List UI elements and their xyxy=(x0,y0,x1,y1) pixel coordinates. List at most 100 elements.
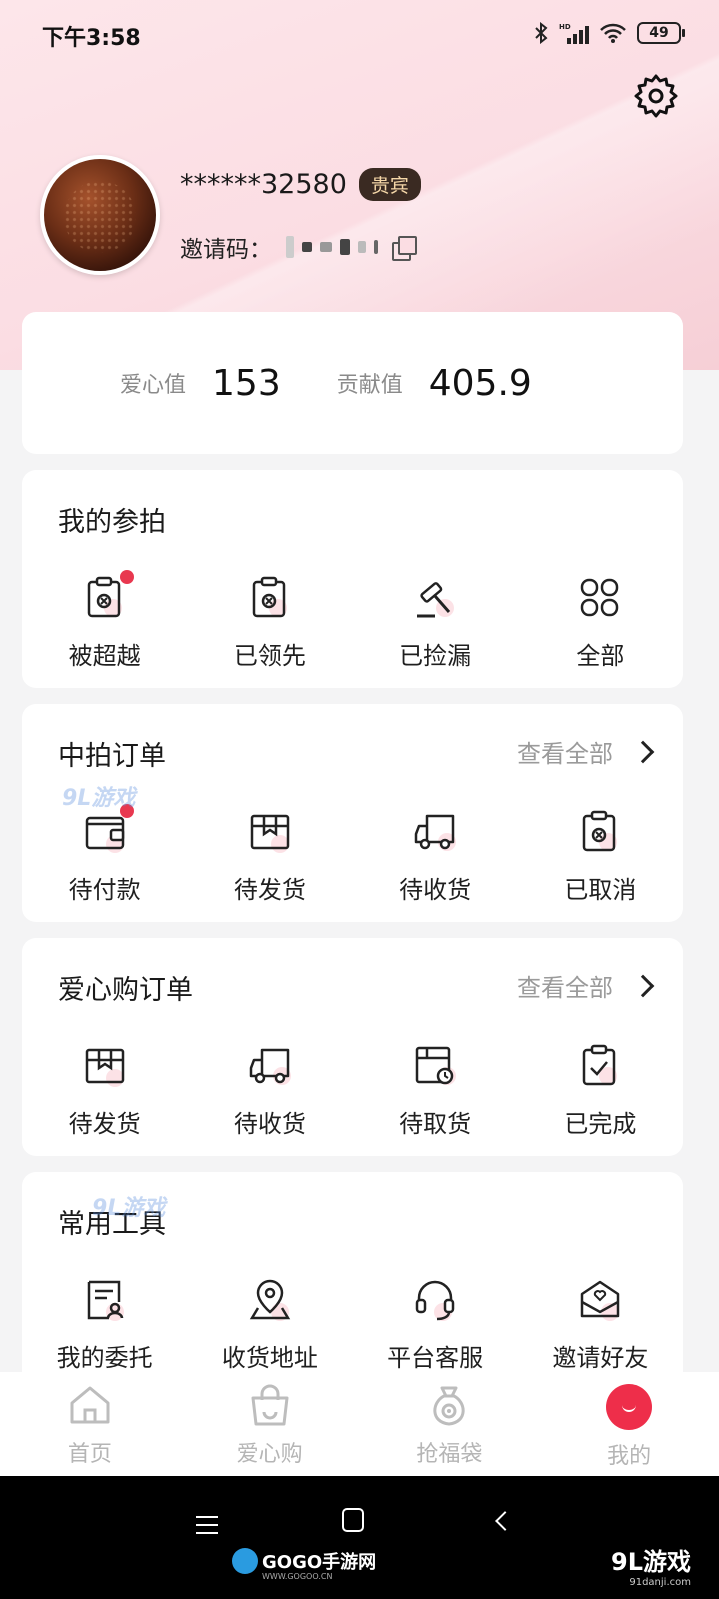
home-button-icon[interactable] xyxy=(342,1508,364,1532)
username: ******32580 xyxy=(180,169,347,200)
auction-orders-title: 中拍订单 xyxy=(58,741,166,772)
love-order-pending-pickup[interactable]: 待取货 xyxy=(353,1044,518,1139)
avatar[interactable] xyxy=(40,155,160,275)
auction-all[interactable]: 全部 xyxy=(518,576,683,671)
package-icon xyxy=(83,1044,127,1088)
view-all-label: 查看全部 xyxy=(517,740,613,768)
auction-outbid[interactable]: 被超越 xyxy=(22,570,187,671)
invite-code-redacted xyxy=(286,236,378,258)
tool-customer-service-label: 平台客服 xyxy=(387,1344,484,1372)
love-order-pending-shipment-label: 待发货 xyxy=(68,1110,141,1138)
bottom-tab-bar: 首页 爱心购 抢福袋 我的 xyxy=(0,1372,719,1476)
tab-lucky-bag-label: 抢福袋 xyxy=(416,1442,483,1467)
love-orders-title: 爱心购订单 xyxy=(58,975,193,1006)
order-cancelled-label: 已取消 xyxy=(564,876,637,904)
menu-icon[interactable] xyxy=(196,1516,218,1540)
love-order-pending-receipt[interactable]: 待收货 xyxy=(187,1044,352,1139)
stats-card: 爱心值 153 贡献值 405.9 xyxy=(22,312,683,454)
order-pending-shipment[interactable]: 待发货 xyxy=(187,810,352,905)
order-pending-shipment-label: 待发货 xyxy=(233,876,306,904)
order-pending-payment-label: 待付款 xyxy=(68,876,141,904)
invite-code-row: 邀请码： xyxy=(180,230,417,264)
my-auctions-card: 我的参拍 被超越 已领先 已捡漏 全部 xyxy=(22,470,683,688)
order-pending-receipt[interactable]: 待收货 xyxy=(353,810,518,905)
tab-home[interactable]: 首页 xyxy=(0,1372,180,1476)
order-cancelled[interactable]: 已取消 xyxy=(518,810,683,905)
tool-my-commission[interactable]: 我的委托 xyxy=(22,1278,187,1373)
order-pending-payment[interactable]: 待付款 xyxy=(22,804,187,905)
wallet-icon xyxy=(83,810,127,854)
auction-bargain[interactable]: 已捡漏 xyxy=(353,576,518,671)
document-user-icon xyxy=(83,1278,127,1322)
gavel-icon xyxy=(413,576,457,620)
love-order-completed[interactable]: 已完成 xyxy=(518,1044,683,1139)
my-auctions-row: 被超越 已领先 已捡漏 全部 xyxy=(22,570,683,671)
love-value-label: 爱心值 xyxy=(120,373,187,398)
vip-badge: 贵宾 xyxy=(358,168,421,201)
gogo-logo-icon xyxy=(232,1548,258,1574)
copy-icon[interactable] xyxy=(392,236,417,261)
battery-icon: 49 xyxy=(637,22,685,44)
order-pending-receipt-label: 待收货 xyxy=(399,876,472,904)
tool-customer-service[interactable]: 平台客服 xyxy=(353,1278,518,1373)
chevron-right-icon xyxy=(631,974,655,997)
love-order-completed-label: 已完成 xyxy=(564,1110,637,1138)
clipboard-check-icon xyxy=(578,1044,622,1088)
clipboard-x-icon xyxy=(578,810,622,854)
auction-leading-label: 已领先 xyxy=(233,642,306,670)
auction-orders-view-all[interactable]: 查看全部 xyxy=(517,734,655,769)
tool-invite-friends[interactable]: 邀请好友 xyxy=(518,1278,683,1373)
truck-icon xyxy=(248,1044,292,1088)
tab-home-label: 首页 xyxy=(67,1442,112,1467)
tab-love-shop[interactable]: 爱心购 xyxy=(180,1372,360,1476)
my-auctions-title: 我的参拍 xyxy=(58,507,166,538)
love-orders-view-all[interactable]: 查看全部 xyxy=(517,968,655,1003)
status-time: 下午3:58 xyxy=(42,26,141,51)
love-value: 153 xyxy=(212,362,281,404)
tab-lucky-bag[interactable]: 抢福袋 xyxy=(360,1372,540,1476)
view-all-label: 查看全部 xyxy=(517,974,613,1002)
auction-outbid-label: 被超越 xyxy=(68,642,141,670)
contribution-value-label: 贡献值 xyxy=(336,373,403,398)
shopping-bag-icon xyxy=(251,1384,289,1426)
envelope-heart-icon xyxy=(578,1278,622,1322)
settings-gear-icon[interactable] xyxy=(632,72,680,120)
invite-code-label: 邀请码： xyxy=(180,237,272,263)
tab-love-shop-label: 爱心购 xyxy=(236,1442,303,1467)
tab-mine-label: 我的 xyxy=(607,1444,652,1469)
lucky-bag-icon xyxy=(433,1386,465,1426)
clipboard-x-icon xyxy=(248,576,292,620)
tools-row: 我的委托 收货地址 平台客服 邀请好友 xyxy=(22,1278,683,1373)
love-order-pending-shipment[interactable]: 待发货 xyxy=(22,1044,187,1139)
back-icon[interactable] xyxy=(495,1511,515,1531)
auction-all-label: 全部 xyxy=(576,642,625,670)
love-orders-row: 待发货 待收货 待取货 已完成 xyxy=(22,1044,683,1139)
signal-icon: HD xyxy=(559,23,589,44)
watermark-gogo: GOGO手游网 WWW.GOGOO.CN xyxy=(232,1548,376,1581)
status-icons: HD 49 xyxy=(533,22,685,44)
status-bar: 下午3:58 HD 49 xyxy=(0,0,719,70)
contribution-value: 405.9 xyxy=(428,362,532,404)
love-orders-card: 爱心购订单 查看全部 待发货 待收货 待取货 已完成 xyxy=(22,938,683,1156)
grid-icon xyxy=(578,576,622,620)
home-icon xyxy=(70,1386,110,1424)
notification-dot xyxy=(120,570,134,584)
love-order-pending-receipt-label: 待收货 xyxy=(233,1110,306,1138)
tool-shipping-address[interactable]: 收货地址 xyxy=(187,1278,352,1373)
network-label: HD xyxy=(559,23,571,31)
chevron-right-icon xyxy=(631,740,655,763)
tool-invite-friends-label: 邀请好友 xyxy=(552,1344,649,1372)
auction-bargain-label: 已捡漏 xyxy=(399,642,472,670)
love-order-pending-pickup-label: 待取货 xyxy=(399,1110,472,1138)
system-navigation-bar: GOGO手游网 WWW.GOGOO.CN 9L游戏 91danji.com xyxy=(0,1476,719,1599)
auction-leading[interactable]: 已领先 xyxy=(187,576,352,671)
bluetooth-icon xyxy=(535,22,548,44)
headset-icon xyxy=(413,1278,457,1322)
watermark-91: 9L游戏 91danji.com xyxy=(611,1548,691,1588)
tool-my-commission-label: 我的委托 xyxy=(56,1344,153,1372)
wifi-icon xyxy=(600,23,626,43)
tab-mine[interactable]: 我的 xyxy=(539,1372,719,1476)
tool-shipping-address-label: 收货地址 xyxy=(221,1344,318,1372)
auction-orders-card: 中拍订单 查看全部 待付款 待发货 待收货 已取消 xyxy=(22,704,683,922)
user-info: ******32580 贵宾 xyxy=(180,168,421,201)
